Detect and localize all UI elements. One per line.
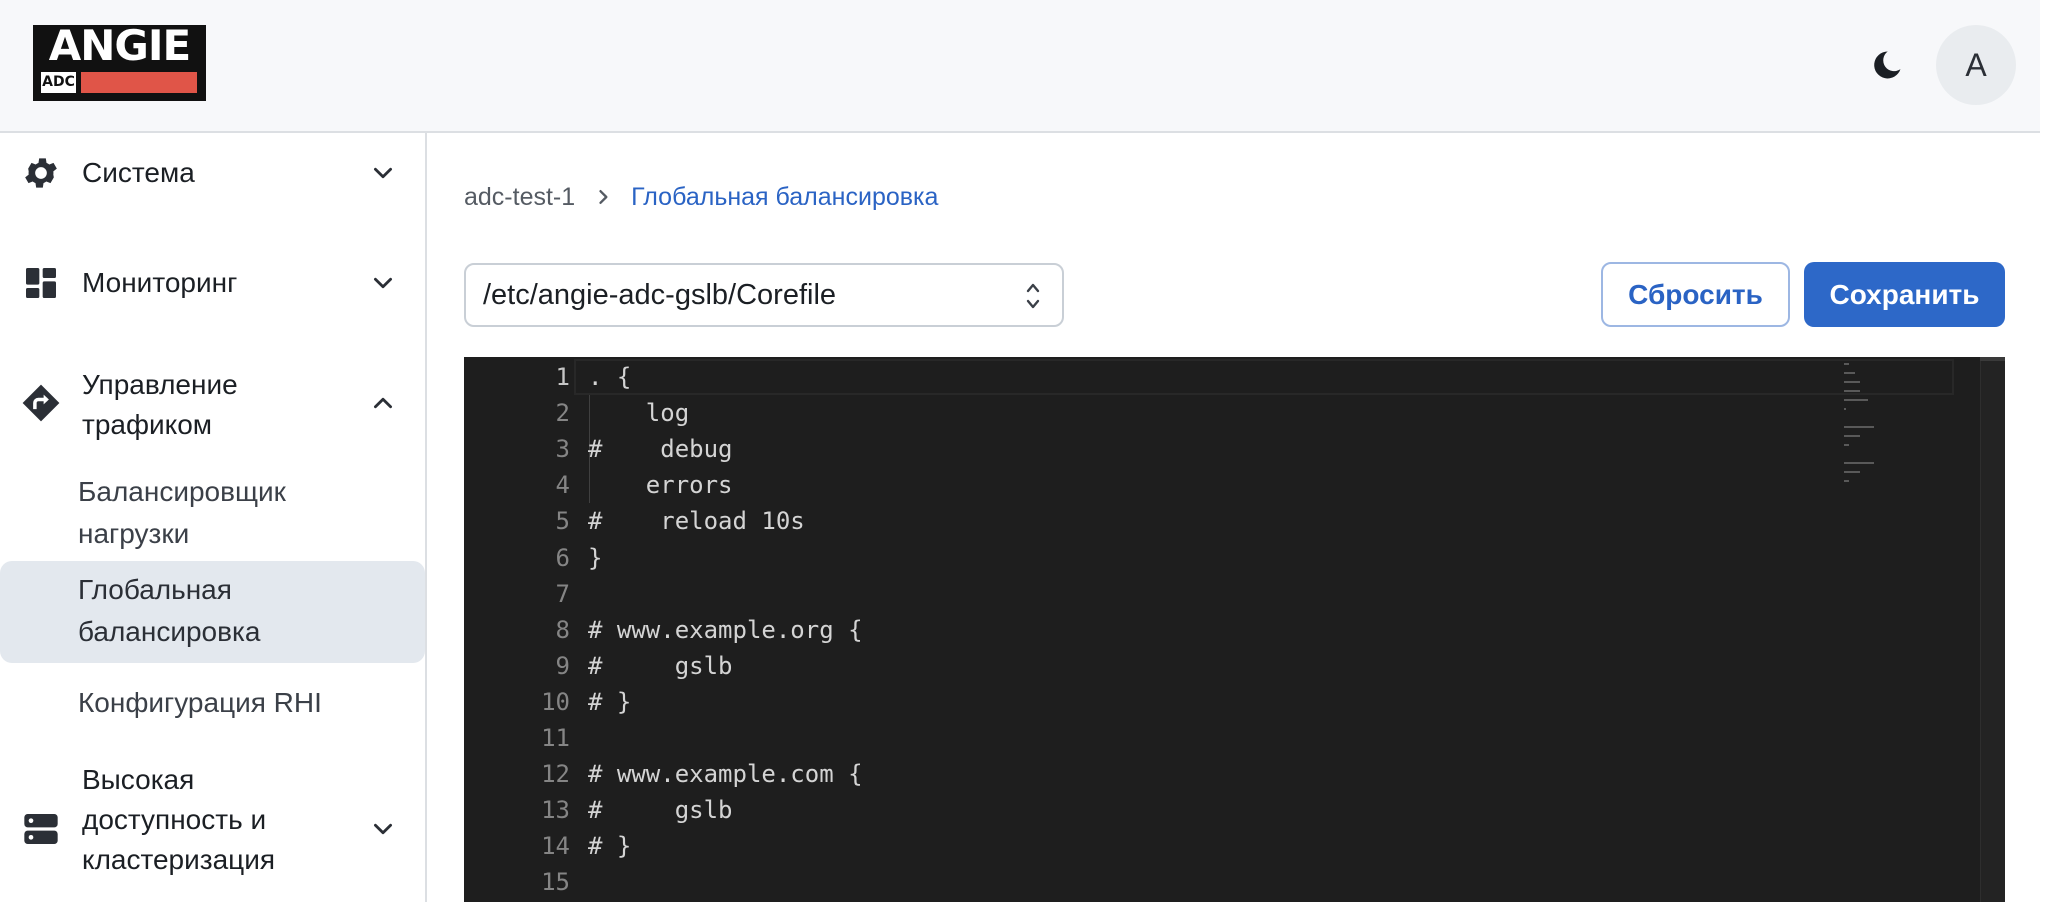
- editor-line[interactable]: 2 log: [464, 395, 2005, 431]
- sidebar-item-load-balancer[interactable]: Балансировщик нагрузки: [0, 463, 425, 563]
- editor-line[interactable]: 11: [464, 720, 2005, 756]
- minimap-line: [1844, 372, 1856, 374]
- minimap-line: [1844, 426, 1875, 428]
- sidebar-item-traffic-management[interactable]: Управление трафиком: [0, 355, 425, 455]
- line-code: # }: [588, 687, 632, 716]
- line-code: . {: [588, 363, 632, 391]
- select-arrows-icon: [1026, 283, 1040, 309]
- file-select-value: /etc/angie-adc-gslb/Corefile: [483, 279, 837, 311]
- code-editor[interactable]: 1 . { 2 log 3 # debug 4 errors 5 # reload 10s 6}…: [464, 357, 2005, 902]
- line-code: # reload 10s: [588, 507, 805, 536]
- logo-red-bar: [81, 72, 197, 93]
- minimap-line: [1844, 390, 1860, 392]
- editor-line[interactable]: 3 # debug: [464, 431, 2005, 467]
- chevron-down-icon: [368, 814, 398, 844]
- sidebar-item-label: Конфигурация RHI: [78, 687, 322, 718]
- line-number: 7: [555, 579, 570, 608]
- dashboard-icon: [20, 262, 62, 304]
- line-code: # }: [588, 832, 632, 861]
- editor-line[interactable]: 4 errors: [464, 467, 2005, 503]
- minimap-line: [1844, 471, 1860, 473]
- line-code: errors: [588, 471, 733, 500]
- breadcrumb: adc-test-1 Глобальная балансировка: [464, 177, 938, 217]
- sidebar-item-global-balancing[interactable]: Глобальная балансировка: [0, 561, 425, 663]
- line-code: # debug: [588, 435, 733, 464]
- minimap-line: [1844, 444, 1849, 446]
- line-number: 11: [541, 724, 570, 752]
- sidebar-item-high-availability[interactable]: Высокая доступность и кластеризация: [0, 758, 425, 902]
- route-icon: [20, 382, 62, 424]
- logo-sub: ADC: [41, 72, 76, 93]
- editor-line[interactable]: 14 # }: [464, 828, 2005, 864]
- editor-line[interactable]: 6}: [464, 540, 2005, 576]
- sidebar-item-label: Система: [82, 157, 195, 188]
- minimap-line: [1844, 381, 1860, 383]
- line-code: # gslb: [588, 796, 733, 825]
- chevron-down-icon: [368, 158, 398, 188]
- gear-icon: [20, 152, 62, 194]
- minimap-line: [1844, 480, 1849, 482]
- editor-scrollbar-thumb[interactable]: [1980, 357, 2005, 361]
- line-code: # www.example.org {: [588, 615, 863, 644]
- server-icon: [20, 808, 62, 850]
- save-button[interactable]: Сохранить: [1804, 262, 2005, 327]
- line-number: 6: [555, 543, 570, 572]
- editor-line[interactable]: 13 # gslb: [464, 792, 2005, 828]
- editor-line[interactable]: 9 # gslb: [464, 648, 2005, 684]
- minimap-line: [1844, 399, 1868, 401]
- editor-line[interactable]: 1 . {: [464, 359, 2005, 395]
- line-code: # www.example.com {: [588, 760, 863, 789]
- angie-logo[interactable]: ANGIE ADC: [33, 25, 206, 101]
- line-code: }: [588, 543, 603, 572]
- editor-line[interactable]: 8 # www.example.org {: [464, 612, 2005, 648]
- line-number: 3: [555, 435, 570, 464]
- editor-line[interactable]: 15: [464, 864, 2005, 900]
- sidebar-item-system[interactable]: Система: [0, 133, 425, 213]
- editor-scrollbar[interactable]: [1980, 357, 2005, 902]
- editor-line[interactable]: 12 # www.example.com {: [464, 756, 2005, 792]
- line-number: 14: [541, 832, 570, 861]
- app-header: ANGIE ADC A: [0, 0, 2040, 133]
- user-avatar[interactable]: A: [1936, 25, 2016, 105]
- editor-line[interactable]: 5 # reload 10s: [464, 503, 2005, 539]
- sidebar-item-label: Мониторинг: [82, 267, 238, 298]
- line-code: # gslb: [588, 651, 733, 680]
- logo-text: ANGIE: [48, 21, 191, 70]
- chevron-down-icon: [368, 268, 398, 298]
- line-number: 5: [555, 507, 570, 536]
- chevron-up-icon: [368, 388, 398, 418]
- moon-icon: [1874, 51, 1901, 79]
- line-number: 13: [541, 796, 570, 825]
- line-number: 15: [541, 868, 570, 897]
- breadcrumb-current[interactable]: Глобальная балансировка: [631, 183, 938, 212]
- chevron-right-icon: [593, 187, 613, 207]
- editor-line[interactable]: 10 # }: [464, 684, 2005, 720]
- minimap-line: [1844, 462, 1875, 464]
- breadcrumb-root[interactable]: adc-test-1: [464, 183, 575, 212]
- sidebar-item-label: Балансировщик нагрузки: [78, 476, 286, 549]
- minimap-line: [1844, 363, 1849, 365]
- theme-toggle-button[interactable]: [1866, 44, 1908, 86]
- sidebar-item-monitoring[interactable]: Мониторинг: [0, 243, 425, 323]
- line-number: 4: [555, 471, 570, 500]
- main-content: adc-test-1 Глобальная балансировка /etc/…: [429, 135, 2040, 902]
- line-number: 1: [555, 363, 570, 391]
- file-select[interactable]: /etc/angie-adc-gslb/Corefile: [464, 263, 1064, 327]
- sidebar-item-label: Управление трафиком: [82, 369, 238, 440]
- minimap-line: [1844, 435, 1860, 437]
- line-number: 12: [541, 760, 570, 789]
- sidebar: Система Мониторинг Управление трафиком Б…: [0, 133, 427, 902]
- line-number: 9: [555, 651, 570, 680]
- minimap-line: [1844, 408, 1846, 410]
- sidebar-item-rhi-config[interactable]: Конфигурация RHI: [0, 673, 425, 733]
- editor-line[interactable]: 7: [464, 576, 2005, 612]
- sidebar-item-label: Высокая доступность и кластеризация: [82, 764, 276, 875]
- line-code: log: [588, 399, 690, 428]
- reset-button[interactable]: Сбросить: [1601, 262, 1790, 327]
- sidebar-item-label: Глобальная балансировка: [78, 574, 261, 647]
- editor-minimap[interactable]: [1824, 357, 1954, 517]
- line-number: 10: [541, 687, 570, 716]
- line-number: 8: [555, 615, 570, 644]
- line-number: 2: [555, 399, 570, 428]
